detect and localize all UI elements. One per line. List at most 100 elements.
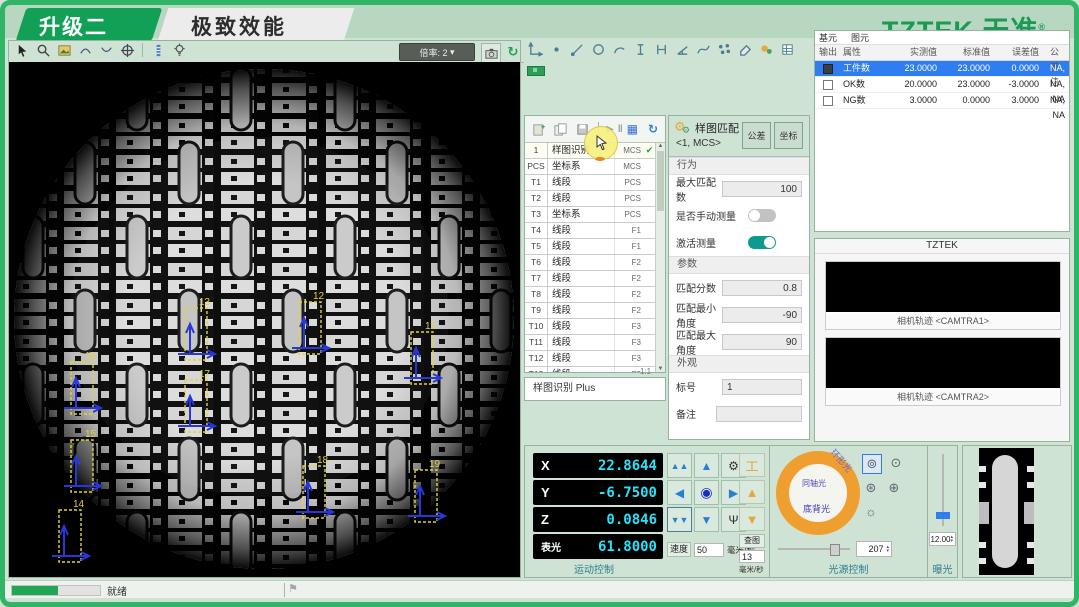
steps-scrollbar[interactable]: ▲ ▼ — [655, 143, 665, 372]
step-row[interactable]: T2线段PCS — [525, 191, 656, 207]
channel2-icon[interactable]: ⊙ — [887, 454, 905, 472]
jog-down-fast-button[interactable]: ▼▼ — [667, 507, 692, 532]
exposure-slider-handle[interactable] — [936, 512, 950, 519]
step-row[interactable]: PCS坐标系MCS — [525, 159, 656, 175]
step-row[interactable]: T1线段PCS — [525, 175, 656, 191]
active-measure-toggle[interactable] — [748, 236, 776, 249]
stage-up-button[interactable]: ▲ — [739, 480, 765, 504]
match-score-input[interactable]: 0.8 — [722, 280, 802, 296]
output-checkbox[interactable] — [823, 64, 833, 74]
exposure-spinner[interactable]: ▴▾ — [950, 535, 953, 543]
step-row[interactable]: T4线段F1 — [525, 223, 656, 239]
tolerance-button[interactable]: 公差 — [742, 122, 771, 149]
gears-tool-icon[interactable] — [758, 40, 776, 58]
arc-down-tool-icon[interactable] — [97, 41, 115, 59]
min-angle-input[interactable]: -90 — [722, 307, 802, 323]
step-row[interactable]: T11线段F3 — [525, 335, 656, 351]
stop-button[interactable]: ◉ — [694, 480, 719, 505]
step-row[interactable]: T7线段F2 — [525, 271, 656, 287]
index-input[interactable]: 1 — [722, 379, 802, 395]
scroll-up-icon[interactable]: ▲ — [656, 143, 665, 149]
scroll-down-icon[interactable]: ▼ — [656, 366, 665, 372]
image-tool-icon[interactable] — [55, 41, 73, 59]
result-row-ok[interactable]: OK数20.000023.0000-3.0000NA, NA — [815, 77, 1069, 93]
camera-capture-icon[interactable] — [481, 43, 501, 63]
note-input[interactable] — [716, 406, 802, 422]
step-row[interactable]: T8线段F2 — [525, 287, 656, 303]
cursor-tool-icon[interactable] — [13, 41, 31, 59]
light-slider-handle[interactable] — [830, 544, 840, 556]
camera2-view[interactable] — [826, 338, 1060, 390]
new-step-icon[interactable] — [529, 120, 547, 138]
stage-down-button[interactable]: ▼ — [739, 507, 765, 531]
max-match-input[interactable]: 100 — [722, 181, 802, 197]
aux-button[interactable]: 查图 — [739, 534, 765, 548]
banner-slogan-label: 极致效能 — [191, 11, 287, 41]
channel4-icon[interactable]: ⊕ — [885, 479, 903, 497]
width-tool-icon[interactable] — [652, 40, 670, 58]
speed-label-button[interactable]: 速度 — [667, 542, 691, 557]
arc-tool-icon[interactable] — [610, 40, 628, 58]
channel1-icon[interactable]: ⊚ — [862, 454, 882, 474]
light-value-box[interactable]: 207 ▴▾ — [856, 541, 892, 557]
wafer-image[interactable]: 16 15 14 13 17 12 18 11 19 — [9, 62, 520, 577]
step-row[interactable]: T13线段F3 — [525, 367, 656, 372]
exposure-value-box[interactable]: 12.00▴▾ — [929, 532, 956, 546]
ruler-tool-icon[interactable] — [149, 41, 167, 59]
jog-left-button[interactable]: ◀ — [667, 480, 692, 505]
refresh-icon[interactable]: ↻ — [504, 43, 522, 61]
jog-up-button[interactable]: ▲ — [694, 453, 719, 478]
result-row-workpieces[interactable]: 工件数23.000023.00000.0000NA, NA — [815, 61, 1069, 77]
steps-footer-box[interactable]: 样图识别 Plus — [524, 377, 666, 401]
axis-tool-icon[interactable] — [526, 40, 544, 58]
height-tool-icon[interactable] — [631, 40, 649, 58]
copy-step-icon[interactable] — [551, 120, 569, 138]
manual-measure-toggle[interactable] — [748, 209, 776, 222]
step-row[interactable]: T5线段F1 — [525, 239, 656, 255]
angle-tool-icon[interactable] — [673, 40, 691, 58]
light-slider[interactable] — [778, 548, 850, 550]
exposure-caption: 曝光 — [928, 561, 957, 576]
grid-tool-icon[interactable] — [779, 40, 797, 58]
tab-graphic[interactable]: 图元 — [851, 33, 869, 43]
jog-down-button[interactable]: ▼ — [694, 507, 719, 532]
zoom-tool-icon[interactable] — [34, 41, 52, 59]
chart-icon[interactable]: ▦ — [627, 122, 638, 136]
magnification-dropdown[interactable]: 倍率: 2 ▾ — [399, 43, 475, 61]
light-bulb-icon[interactable] — [171, 41, 189, 59]
step-row[interactable]: T6线段F2 — [525, 255, 656, 271]
step-row[interactable]: T3坐标系PCS — [525, 207, 656, 223]
jog-up-fast-button[interactable]: ▲▲ — [667, 453, 692, 478]
channel3-icon[interactable]: ⊛ — [862, 479, 880, 497]
curve-tool-icon[interactable] — [695, 40, 713, 58]
stage-icon-button[interactable]: 工 — [739, 453, 765, 477]
toolbar-divider — [142, 43, 143, 57]
part-zoom-panel — [962, 445, 1072, 578]
light-ring-dial[interactable]: 环形光 同轴光 底背光 — [776, 451, 860, 535]
pause-icon[interactable]: ‖ — [618, 124, 623, 135]
speed-input[interactable]: 50 — [694, 543, 724, 557]
scroll-thumb[interactable] — [657, 151, 664, 211]
result-row-ng[interactable]: NG数3.00000.00003.0000NA, NA — [815, 93, 1069, 109]
eraser-tool-icon[interactable] — [737, 40, 755, 58]
step-row[interactable]: T10线段F3 — [525, 319, 656, 335]
arc-up-tool-icon[interactable] — [76, 41, 94, 59]
point-tool-icon[interactable] — [547, 40, 565, 58]
circle-tool-icon[interactable] — [589, 40, 607, 58]
output-checkbox[interactable] — [823, 96, 833, 106]
channel5-icon[interactable]: ☼ — [862, 502, 880, 520]
aux-input[interactable]: 13 — [739, 550, 765, 563]
tab-primitive[interactable]: 基元 — [819, 33, 837, 43]
coordinate-button[interactable]: 坐标 — [774, 122, 803, 149]
max-angle-input[interactable]: 90 — [722, 334, 802, 350]
light-spinner[interactable]: ▴▾ — [886, 545, 889, 553]
scatter-tool-icon[interactable] — [716, 40, 734, 58]
line-tool-icon[interactable] — [568, 40, 586, 58]
step-row[interactable]: T9线段F2 — [525, 303, 656, 319]
camera1-view[interactable] — [826, 262, 1060, 314]
output-checkbox[interactable] — [823, 80, 833, 90]
light-channel-icons: ⊚ ⊙ ⊛ ⊕ ☼ — [862, 454, 920, 520]
crosshair-tool-icon[interactable] — [118, 41, 136, 59]
refresh-steps-icon[interactable]: ↻ — [648, 122, 658, 136]
step-row[interactable]: T12线段F3 — [525, 351, 656, 367]
